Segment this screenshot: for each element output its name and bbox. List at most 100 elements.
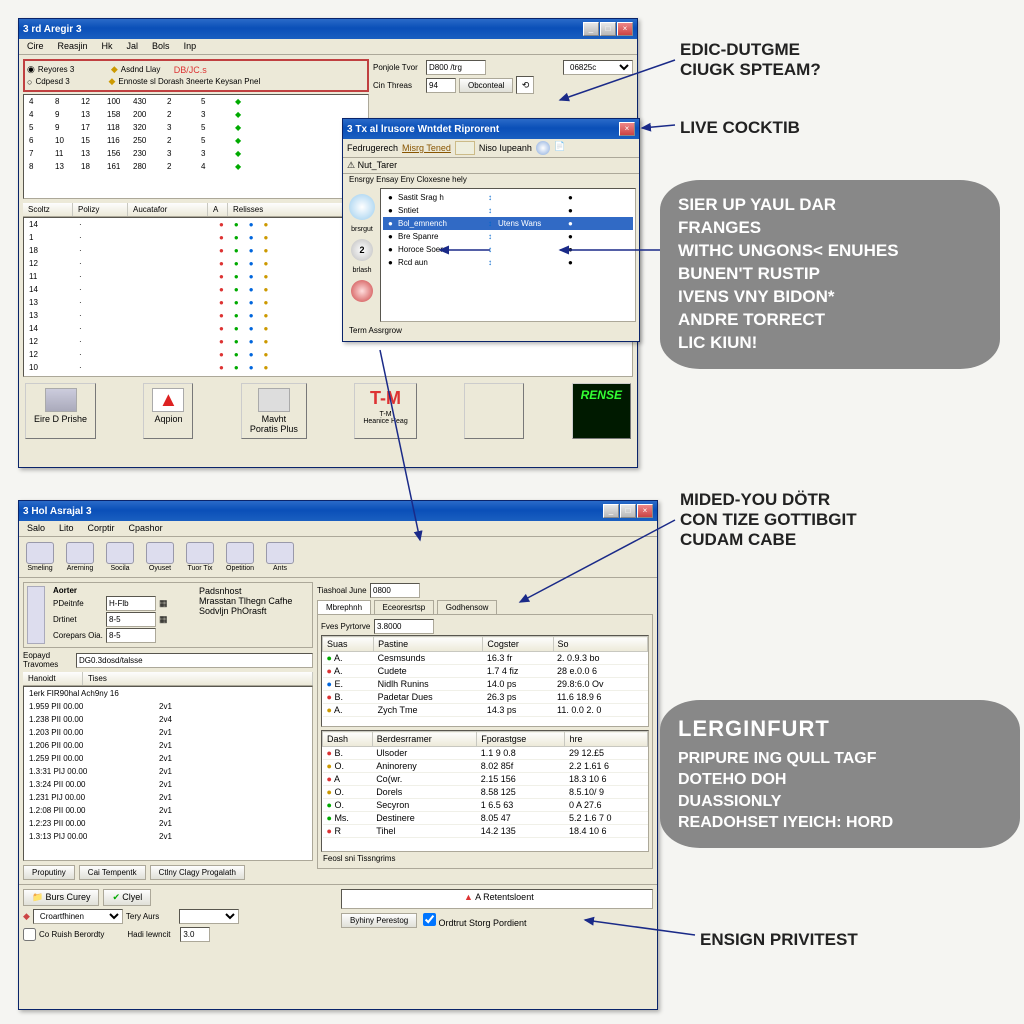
- toolbar-button[interactable]: Oyuset: [142, 540, 178, 574]
- check-label: Reyores 3: [38, 65, 88, 74]
- callout-2: LIVE COCKTIB: [680, 118, 800, 138]
- menu-item[interactable]: Bols: [148, 40, 174, 53]
- menu-item[interactable]: Jal: [123, 40, 143, 53]
- col-header[interactable]: Tises: [83, 672, 313, 685]
- minimize-icon[interactable]: _: [603, 504, 619, 518]
- toolbar-link[interactable]: Niso Iupeanh: [479, 143, 532, 153]
- toolbar-2: SmelingArerningSocilaOyusetTuor TixOpeti…: [19, 537, 657, 578]
- tab[interactable]: Godhensow: [437, 600, 498, 614]
- red-sphere-icon[interactable]: [351, 280, 373, 302]
- menu-item[interactable]: Cire: [23, 40, 48, 53]
- menu-item[interactable]: Salo: [23, 522, 49, 535]
- input-threas[interactable]: [426, 78, 456, 93]
- icon-label: brlash: [352, 267, 371, 274]
- maximize-icon[interactable]: □: [600, 22, 616, 36]
- input-ponjole[interactable]: [426, 60, 486, 75]
- input-field[interactable]: [374, 619, 434, 634]
- menu-item[interactable]: Lito: [55, 522, 78, 535]
- radio-icon[interactable]: ○: [27, 77, 32, 87]
- field-label: Cin Threas: [373, 81, 423, 90]
- section-header: Aorter: [53, 586, 191, 595]
- toolbar-link[interactable]: Misrg Tened: [402, 143, 451, 153]
- check-label: Cdpesd 3: [35, 77, 85, 86]
- table-2[interactable]: DashBerdesrramerFporastgsehre● B.Ulsoder…: [321, 730, 649, 852]
- table-footer: Feosl sni Tissngrims: [321, 852, 649, 865]
- sponsor-car[interactable]: Mavht Poratis Plus: [241, 383, 307, 439]
- calendar-icon[interactable]: ▦: [159, 598, 168, 609]
- popup-titlebar[interactable]: 3 Tx al lrusore Wntdet Riprorent ×: [343, 119, 639, 139]
- ctlny-button[interactable]: Ctlny Clagy Progalath: [150, 865, 245, 880]
- byhiny-button[interactable]: Byhiny Perestog: [341, 913, 417, 928]
- titlebar-2[interactable]: 3 Hol Asrajal 3 _ □ ×: [19, 501, 657, 521]
- popup-list[interactable]: ●Sastit Srag h↕●●Sntiet↕●●Bol_emnench↕Ut…: [380, 188, 636, 322]
- cai-button[interactable]: Cai Tempentk: [79, 865, 146, 880]
- menubar: Cire Reasjin Hk Jal Bols Inp: [19, 39, 637, 55]
- data-grid-1[interactable]: 481210043025◆491315820023◆591711832035◆6…: [23, 94, 369, 199]
- radio-icon[interactable]: ◉: [27, 64, 35, 75]
- checkbox[interactable]: [23, 927, 36, 942]
- close-icon[interactable]: ×: [619, 122, 635, 136]
- sponsor-tm[interactable]: T-MT-M Heanice Heag: [354, 383, 416, 439]
- input-field[interactable]: [106, 628, 156, 643]
- window-title: 3 rd Aregir 3: [23, 24, 82, 35]
- close-icon[interactable]: ×: [617, 22, 633, 36]
- toolbar-button[interactable]: Arerning: [62, 540, 98, 574]
- sponsor-blank[interactable]: [464, 383, 524, 439]
- toolbar-button[interactable]: Socila: [102, 540, 138, 574]
- input-field[interactable]: [370, 583, 420, 598]
- menu-item[interactable]: Cpashor: [125, 522, 167, 535]
- sponsor-renst[interactable]: RENSE: [572, 383, 631, 439]
- toolbar-link[interactable]: Fedrugerech: [347, 143, 398, 153]
- minimize-icon[interactable]: _: [583, 22, 599, 36]
- folder-icon: 📁: [32, 892, 43, 902]
- toolbar-button[interactable]: Smeling: [22, 540, 58, 574]
- number-2-icon[interactable]: 2: [351, 239, 373, 261]
- menu-item[interactable]: Corptir: [84, 522, 119, 535]
- globe-icon[interactable]: [536, 141, 550, 155]
- input-field[interactable]: [106, 596, 156, 611]
- input-field[interactable]: [76, 653, 313, 668]
- sphere-icon[interactable]: [349, 194, 375, 220]
- toolbar-button[interactable]: Ants: [262, 540, 298, 574]
- popup-window: 3 Tx al lrusore Wntdet Riprorent × Fedru…: [342, 118, 640, 342]
- field-label: Fves Pyrtorve: [321, 622, 371, 631]
- checkbox[interactable]: [423, 913, 436, 926]
- menu-item[interactable]: Inp: [180, 40, 201, 53]
- calendar-icon[interactable]: ▦: [159, 614, 168, 625]
- select-tery[interactable]: [179, 909, 239, 924]
- check-icon: ✔: [112, 892, 120, 902]
- menu-item[interactable]: Reasjin: [54, 40, 92, 53]
- obconteal-button[interactable]: Obconteal: [459, 78, 513, 93]
- page-icon[interactable]: 📄: [554, 141, 566, 155]
- close-icon[interactable]: ×: [637, 504, 653, 518]
- input-field[interactable]: [106, 612, 156, 627]
- col-header[interactable]: Polizy: [73, 203, 128, 216]
- maximize-icon[interactable]: □: [620, 504, 636, 518]
- log-list[interactable]: 1erk FIR90hal Ach9ny 161.959 PII 00.002v…: [23, 686, 313, 861]
- window-title: 3 Hol Asrajal 3: [23, 506, 92, 517]
- col-header[interactable]: A: [208, 203, 228, 216]
- input-field[interactable]: [180, 927, 210, 942]
- tab[interactable]: Eceoresrtsp: [374, 600, 435, 614]
- titlebar-1[interactable]: 3 rd Aregir 3 _ □ ×: [19, 19, 637, 39]
- suffix-text: DB/JC.s: [174, 65, 207, 75]
- refresh-icon[interactable]: ⟲: [516, 76, 534, 94]
- table-1[interactable]: SuasPastineCogsterSo● A.Cesmsunds16.3 fr…: [321, 635, 649, 727]
- menubar-2: Salo Lito Corptir Cpashor: [19, 521, 657, 537]
- toolbar-button[interactable]: Tuor Tix: [182, 540, 218, 574]
- clyel-button[interactable]: ✔ Clyel: [103, 889, 151, 906]
- menu-item[interactable]: Hk: [98, 40, 117, 53]
- col-header[interactable]: Aucatafor: [128, 203, 208, 216]
- tab[interactable]: Mbrephnh: [317, 600, 371, 614]
- col-header[interactable]: Hanoidt: [23, 672, 83, 685]
- selector[interactable]: 06825c: [563, 60, 633, 75]
- field-label: PDeitnfe: [53, 599, 103, 608]
- callout-bubble-3: SIER UP YAUL DAR FRANGES WITHC UNGONS< E…: [660, 180, 1000, 369]
- select-croart[interactable]: Croartfhinen: [33, 909, 123, 924]
- burs-button[interactable]: 📁 Burs Curey: [23, 889, 99, 906]
- sponsor-truck[interactable]: Eire D Prishe: [25, 383, 96, 439]
- proputiny-button[interactable]: Proputiny: [23, 865, 75, 880]
- sponsor-warning[interactable]: ▲Aqpion: [143, 383, 193, 439]
- col-header[interactable]: Scoltz: [23, 203, 73, 216]
- toolbar-button[interactable]: Opetition: [222, 540, 258, 574]
